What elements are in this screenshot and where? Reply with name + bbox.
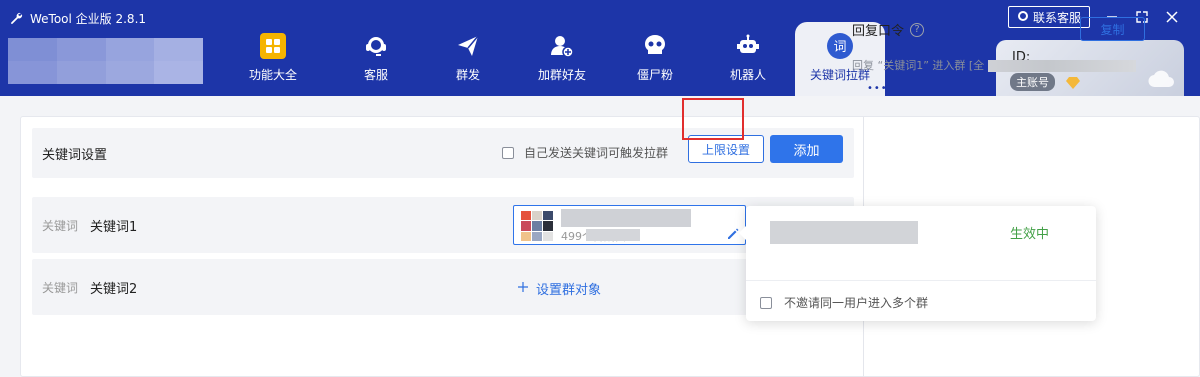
- status-badge: 生效中: [1010, 227, 1050, 242]
- keyword-value: 关键词1: [90, 220, 138, 235]
- cloud-icon: [1148, 70, 1174, 88]
- nav-robot[interactable]: 机器人: [703, 22, 793, 96]
- popover-arrow: [739, 226, 746, 240]
- paper-plane-icon: [454, 32, 482, 60]
- nav-customer-service[interactable]: 客服: [331, 22, 421, 96]
- group-name-redacted: [770, 221, 918, 244]
- account-role-badge: 主账号: [1010, 73, 1055, 91]
- robot-icon: [734, 32, 762, 60]
- group-avatar: [521, 211, 553, 241]
- nav-broadcast[interactable]: 群发: [423, 22, 513, 96]
- nav-label: 功能大全: [248, 68, 297, 82]
- checkbox-box[interactable]: [760, 296, 772, 309]
- keyword-value: 关键词2: [90, 282, 138, 297]
- nav-label: 僵尸粉: [636, 68, 673, 82]
- keyword-row[interactable]: 关键词 关键词2 设置群对象: [32, 259, 854, 315]
- grid-icon: [259, 32, 287, 60]
- header: WeTool 企业版 2.8.1 联系客服 功能大全 客服 群发 加群好友 僵尸…: [0, 0, 1200, 96]
- reply-command-text: 回复 “关键词1” 进入群 [全: [852, 59, 985, 72]
- group-target-card[interactable]: 499个群成员: [513, 205, 746, 245]
- set-group-target-link[interactable]: 设置群对象: [518, 279, 601, 298]
- reply-command-title: 回复口令: [852, 24, 905, 39]
- keyword-row[interactable]: 关键词 关键词1 499个群成员: [32, 197, 854, 253]
- no-duplicate-invite-checkbox[interactable]: 不邀请同一用户进入多个群: [760, 294, 928, 311]
- more-dots-icon[interactable]: •••: [867, 83, 888, 94]
- diamond-icon: [1066, 74, 1080, 89]
- highlight-box: [682, 98, 744, 140]
- add-user-icon: [548, 32, 576, 60]
- self-trigger-checkbox[interactable]: 自己发送关键词可触发拉群: [502, 144, 668, 161]
- checkbox-box[interactable]: [502, 146, 514, 159]
- reply-command-header: 回复口令 ?: [852, 20, 925, 39]
- app-window: WeTool 企业版 2.8.1 联系客服 功能大全 客服 群发 加群好友 僵尸…: [0, 0, 1200, 377]
- copy-button[interactable]: 复制: [1080, 17, 1145, 41]
- keyword-label: 关键词: [42, 219, 79, 233]
- self-trigger-label: 自己发送关键词可触发拉群: [524, 146, 669, 160]
- keyword-label: 关键词: [42, 281, 79, 295]
- skull-icon: [641, 32, 669, 60]
- keyword-icon: 词: [826, 32, 854, 60]
- divider: [746, 280, 1096, 281]
- redaction-mask: [988, 60, 1136, 72]
- no-duplicate-invite-label: 不邀请同一用户进入多个群: [784, 296, 929, 310]
- nav-add-friends[interactable]: 加群好友: [517, 22, 607, 96]
- nav-features[interactable]: 功能大全: [228, 22, 318, 96]
- nav-label: 客服: [363, 68, 388, 82]
- add-button[interactable]: 添加: [770, 135, 843, 163]
- keyword-icon-text: 词: [833, 40, 846, 55]
- group-popover: 生效中 不邀请同一用户进入多个群: [739, 206, 1096, 321]
- nav-label: 群发: [455, 68, 480, 82]
- headset-icon: [362, 32, 390, 60]
- nav-label: 加群好友: [537, 68, 586, 82]
- nav-zombie-fans[interactable]: 僵尸粉: [610, 22, 700, 96]
- group-name-redacted: [561, 209, 691, 227]
- keyword-settings-title: 关键词设置: [42, 148, 108, 163]
- nav-label: 机器人: [729, 68, 766, 82]
- plus-icon: [518, 281, 528, 296]
- set-group-target-label: 设置群对象: [536, 283, 602, 298]
- redaction-mask: [586, 229, 640, 241]
- help-icon[interactable]: ?: [910, 22, 925, 37]
